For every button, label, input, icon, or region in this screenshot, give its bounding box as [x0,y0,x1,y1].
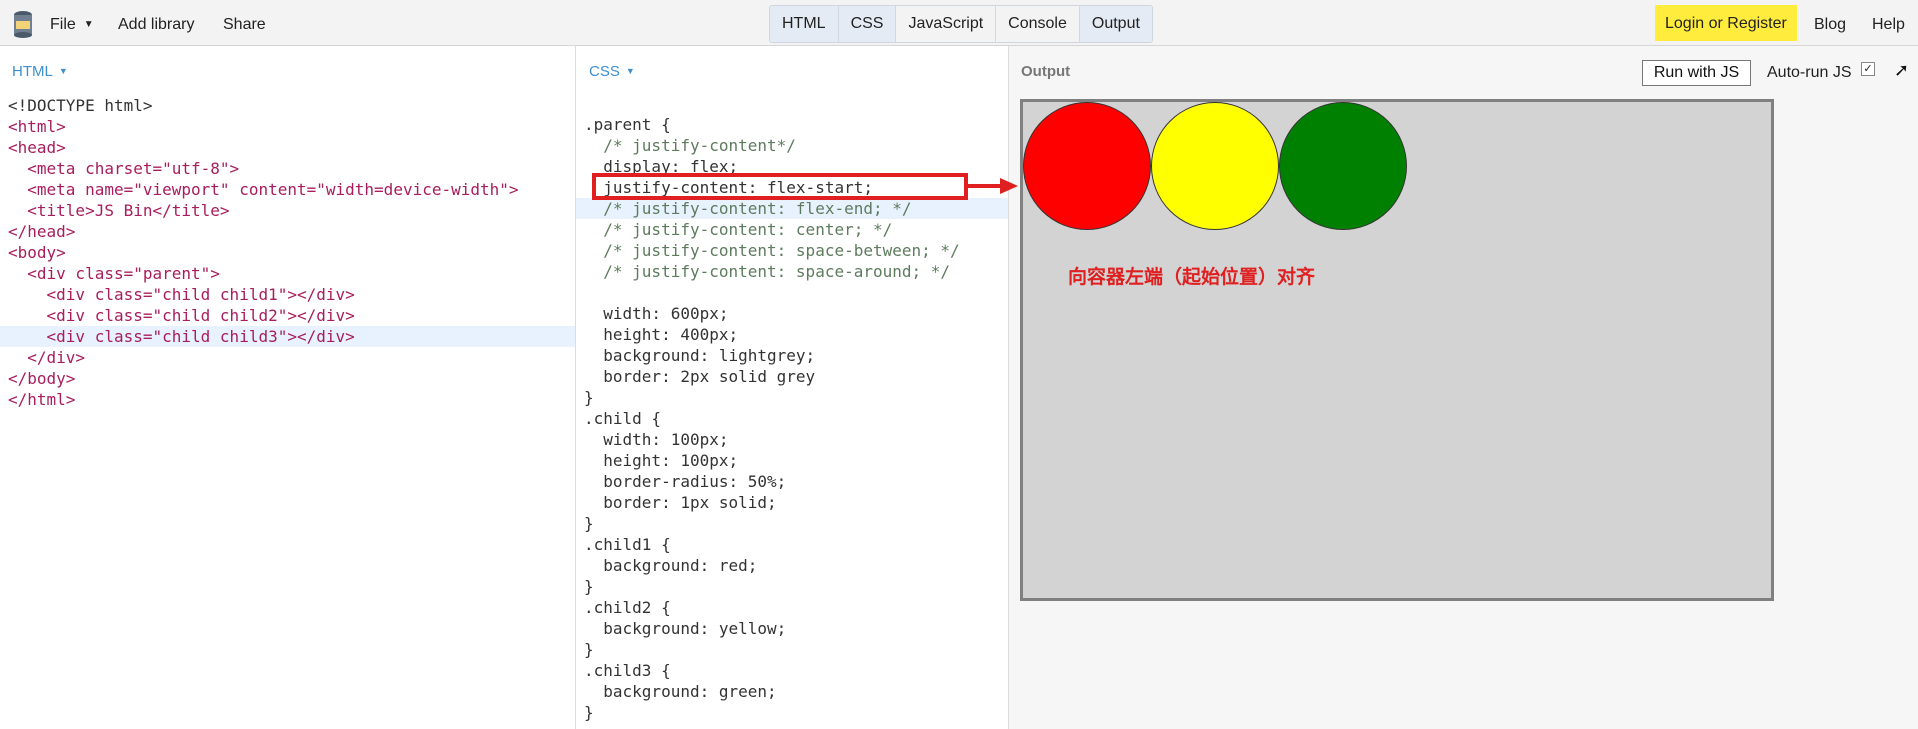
caret-down-icon: ▼ [58,66,68,76]
annotation-text: 向容器左端（起始位置）对齐 [1068,266,1316,288]
code-text: <div class="child child1"></div> [8,285,355,304]
code-line: background: red; [584,556,758,575]
code-line: width: 100px; [584,430,729,449]
code-line: } [584,514,594,533]
code-line: } [584,577,594,596]
code-text: </html> [8,390,76,409]
tab-console[interactable]: Console [996,6,1080,42]
code-line: </html> [0,389,575,410]
code-line: <div class="parent"> [0,263,575,284]
login-register-button[interactable]: Login or Register [1655,5,1797,41]
caret-down-icon: ▼ [625,66,635,76]
css-editor-panel: CSS ▼ .parent { /* justify-content*/ disp… [576,46,1009,729]
code-text: <head> [8,138,66,157]
html-code-editor[interactable]: <!DOCTYPE html> <html> <head> <meta char… [0,95,575,410]
html-panel-label-text: HTML [12,63,53,80]
code-line-active: <div class="child child3"></div> [0,326,575,347]
child1-circle [1023,102,1151,230]
code-line: </div> [0,347,575,368]
highlight-box [592,173,968,200]
tab-output[interactable]: Output [1079,6,1152,42]
tab-css[interactable]: CSS [838,6,897,42]
code-line: .child1 { [584,535,671,554]
code-line: <title>JS Bin</title> [0,200,575,221]
child2-circle [1151,102,1279,230]
code-line: background: yellow; [584,619,787,638]
annotation-arrow-icon [968,178,1018,194]
code-line: } [584,703,594,722]
tab-javascript[interactable]: JavaScript [896,6,997,42]
help-link[interactable]: Help [1872,0,1905,46]
code-line: <meta charset="utf-8"> [0,158,575,179]
code-line: background: green; [584,682,777,701]
code-line: <body> [0,242,575,263]
code-line: <html> [0,116,575,137]
code-line: <head> [0,137,575,158]
autorun-label: Auto-run JS [1767,64,1852,81]
code-text: <html> [8,117,66,136]
share-menu[interactable]: Share [223,0,266,46]
flex-parent-container [1020,99,1774,601]
code-text: <body> [8,243,66,262]
code-line: .parent { [584,115,671,134]
code-line: <div class="child child1"></div> [0,284,575,305]
code-text: </head> [8,222,76,241]
html-panel-label[interactable]: HTML ▼ [12,63,68,80]
code-text: <meta name="viewport" content="width=dev… [8,180,519,199]
code-line: height: 100px; [584,451,739,470]
code-line: <meta name="viewport" content="width=dev… [0,179,575,200]
code-line: width: 600px; [584,304,729,323]
blog-link[interactable]: Blog [1814,0,1846,46]
code-line: border-radius: 50%; [584,472,787,491]
code-text: <!DOCTYPE html> [8,96,153,115]
code-text: <div class="child child3"></div> [8,327,355,346]
code-text: <div class="child child2"></div> [8,306,355,325]
code-line: } [584,388,594,407]
code-line: .child2 { [584,598,671,617]
code-text: <div class="parent"> [8,264,220,283]
add-library-menu[interactable]: Add library [118,0,194,46]
css-panel-label[interactable]: CSS ▼ [589,63,635,80]
popout-arrow-icon[interactable]: ➚ [1894,60,1909,81]
file-menu-label: File [50,16,76,33]
top-bar: File ▼ Add library Share HTML CSS JavaScr… [0,0,1918,46]
code-line: /* justify-content: space-between; */ [584,241,960,260]
code-text: </body> [8,369,76,388]
child3-circle [1279,102,1407,230]
code-line: /* justify-content: center; */ [584,220,893,239]
jsbin-logo-icon[interactable] [10,9,36,39]
code-line: /* justify-content*/ [584,136,796,155]
code-text: <title>JS Bin</title> [8,201,230,220]
code-line: <div class="child child2"></div> [0,305,575,326]
code-text: <meta charset="utf-8"> [8,159,240,178]
code-line: </head> [0,221,575,242]
code-line-active: /* justify-content: flex-end; */ [576,198,1008,219]
panel-tabs: HTML CSS JavaScript Console Output [769,5,1153,43]
css-panel-label-text: CSS [589,63,620,80]
autorun-checkbox[interactable]: ✓ [1861,62,1875,76]
code-line: border: 2px solid grey [584,367,816,386]
code-line: .child3 { [584,661,671,680]
code-line: background: lightgrey; [584,346,816,365]
css-code-editor[interactable]: .parent { /* justify-content*/ display: … [576,114,1008,723]
code-line: </body> [0,368,575,389]
code-line: height: 400px; [584,325,739,344]
code-line: border: 1px solid; [584,493,777,512]
output-panel: Output Run with JS Auto-run JS ✓ ➚ [1009,46,1918,729]
code-text: </div> [8,348,86,367]
code-line: } [584,640,594,659]
caret-down-icon: ▼ [83,19,94,30]
code-line: /* justify-content: space-around; */ [584,262,951,281]
code-line: .child { [584,409,662,428]
file-menu[interactable]: File ▼ [50,0,94,46]
run-with-js-button[interactable]: Run with JS [1642,60,1751,86]
html-editor-panel: HTML ▼ <!DOCTYPE html> <html> <head> <met… [0,46,576,729]
tab-html[interactable]: HTML [770,6,839,42]
output-panel-label: Output [1021,63,1071,80]
code-line: <!DOCTYPE html> [0,95,575,116]
